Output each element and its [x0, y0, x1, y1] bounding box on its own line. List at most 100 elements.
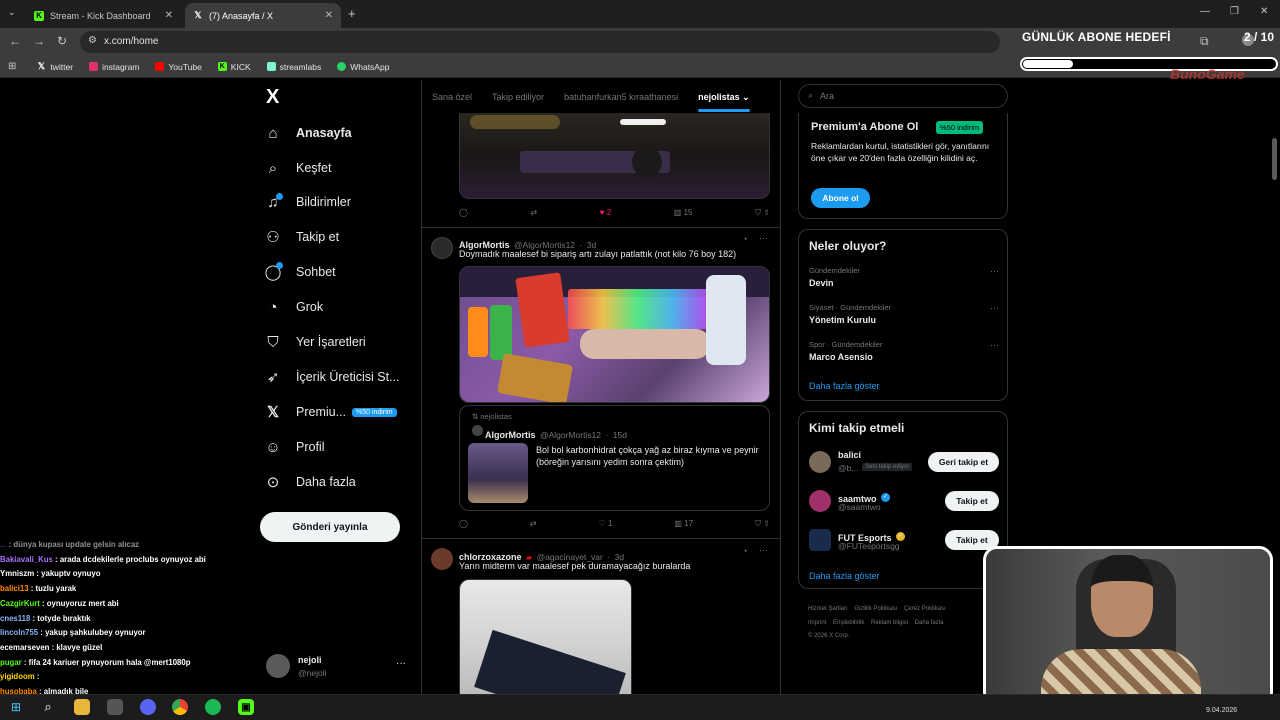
post-media-image[interactable]	[459, 266, 770, 403]
subscribe-button[interactable]: Abone ol	[811, 188, 870, 208]
views-button[interactable]: ▥ 17	[674, 519, 693, 529]
trend-more-icon[interactable]: ···	[990, 340, 999, 350]
post-more-icon[interactable]: ···	[759, 545, 768, 555]
reload-icon[interactable]: ↻	[57, 34, 67, 48]
show-more-follow-link[interactable]: Daha fazla göster	[809, 571, 880, 581]
taskbar-search-icon[interactable]: ⌕	[40, 699, 56, 715]
bookmark-whatsapp[interactable]: WhatsApp	[331, 62, 395, 72]
like-button[interactable]: ♡ 1	[599, 519, 613, 529]
spotify-icon[interactable]	[205, 699, 221, 715]
follow-button[interactable]: Takip et	[945, 491, 999, 511]
bookmark-twitter[interactable]: 𝕏twitter	[30, 61, 79, 72]
follow-title: Kimi takip etmeli	[809, 421, 905, 435]
file-explorer-icon[interactable]	[74, 699, 90, 715]
account-switcher[interactable]: nejoli @nejoli ···	[266, 652, 412, 682]
like-button[interactable]: ♥ 2	[600, 208, 611, 218]
page-scrollbar[interactable]	[1272, 138, 1277, 180]
nav-grok[interactable]: ◔ Grok	[264, 297, 323, 317]
more-options-icon[interactable]: ···	[396, 658, 406, 669]
chat-username: yigidoom	[0, 672, 35, 682]
grok-post-icon[interactable]: ◔	[742, 546, 747, 556]
bookmark-youtube[interactable]: YouTube	[149, 62, 207, 72]
avatar[interactable]	[809, 490, 831, 512]
grok-post-icon[interactable]: ◔	[742, 234, 747, 244]
app-icon[interactable]	[107, 699, 123, 715]
chat-icon: ◯	[264, 262, 283, 281]
post-more-icon[interactable]: ···	[759, 233, 768, 243]
close-tab-icon[interactable]: ✕	[325, 10, 333, 21]
chat-username: ecemarseven	[0, 642, 50, 652]
search-input[interactable]: ⌕ Ara	[798, 84, 1008, 108]
trend-item[interactable]: Gündemdekiler Devin ···	[809, 266, 999, 288]
repost-icon[interactable]: ⇄	[530, 519, 537, 529]
bookmark-post-icon[interactable]: ⛉ ⇪	[755, 208, 770, 218]
avatar[interactable]	[431, 237, 453, 259]
tab-following[interactable]: Takip ediliyor	[482, 92, 554, 102]
bookmark-instagram[interactable]: instagram	[83, 62, 145, 72]
tab-search-icon[interactable]: ⌄	[8, 7, 16, 18]
chat-message: cnes118 : totyde bıraktık	[0, 612, 260, 627]
post-media-image[interactable]	[459, 579, 632, 694]
trend-more-icon[interactable]: ···	[990, 266, 999, 276]
back-icon[interactable]: ←	[9, 34, 21, 48]
nav-chat[interactable]: ◯ Sohbet	[264, 262, 336, 282]
quoted-post[interactable]: ⇅ nejolistas AlgorMortis @AlgorMortis12 …	[459, 405, 770, 511]
chat-username: Bakiavali_Kus	[0, 554, 53, 564]
chrome-icon[interactable]	[172, 699, 188, 715]
tab-for-you[interactable]: Sana özel	[422, 92, 482, 102]
kick-app-icon[interactable]: ▣	[238, 699, 254, 715]
reply-icon[interactable]: ◯	[459, 519, 468, 529]
apps-icon[interactable]: ⊞	[8, 61, 16, 72]
nav-follow[interactable]: ⚇ Takip et	[264, 227, 339, 247]
nav-profile[interactable]: ☺ Profil	[264, 437, 324, 457]
chat-text: : dünya kupası update gelsin alıcaz	[6, 540, 140, 549]
bookmark-streamlabs[interactable]: streamlabs	[261, 62, 328, 72]
bell-icon: ♫	[264, 192, 283, 211]
bookmark-post-icon[interactable]: ⛉ ⇪	[755, 519, 770, 529]
trend-item[interactable]: Siyaset · Gündemdekiler Yönetim Kurulu ·…	[809, 303, 999, 325]
nav-label: Keşfet	[296, 161, 332, 175]
trend-more-icon[interactable]: ···	[990, 303, 999, 313]
new-tab-button[interactable]: +	[348, 6, 356, 21]
suggest-name[interactable]: balici	[838, 450, 861, 460]
avatar[interactable]	[809, 529, 831, 551]
post-media-image[interactable]	[459, 113, 770, 199]
repost-icon[interactable]: ⇄	[531, 208, 538, 218]
nav-creator-studio[interactable]: ➶ İçerik Üreticisi St...	[264, 367, 400, 387]
nav-more[interactable]: ⊙ Daha fazla	[264, 472, 356, 492]
extensions-icon[interactable]: ⧉	[1200, 34, 1209, 49]
views-button[interactable]: ▥ 15	[674, 208, 693, 218]
avatar	[266, 654, 290, 678]
address-bar[interactable]: ⚙ x.com/home	[80, 31, 1000, 53]
nav-notifications[interactable]: ♫ Bildirimler	[264, 192, 351, 212]
tab-x-home[interactable]: 𝕏 (7) Anasayfa / X ✕	[185, 3, 341, 28]
trend-item[interactable]: Spor · Gündemdekiler Marco Asensio ···	[809, 340, 999, 362]
reply-icon[interactable]: ◯	[459, 208, 468, 218]
show-more-trends-link[interactable]: Daha fazla göster	[809, 381, 880, 391]
close-tab-icon[interactable]: ✕	[165, 10, 173, 21]
post-button[interactable]: Gönderi yayınla	[260, 512, 400, 542]
windows-start-icon[interactable]: ⊞	[8, 699, 24, 715]
avatar[interactable]	[809, 451, 831, 473]
tab-list-kiraathanesi[interactable]: batuhanfurkan5 kıraathanesi	[554, 92, 688, 102]
tab-nejolistas[interactable]: nejolistas ⌄	[688, 92, 760, 112]
bookmark-kick[interactable]: K KICK	[212, 62, 257, 72]
x-logo-icon[interactable]: X	[266, 86, 279, 109]
restore-icon[interactable]: ❐	[1230, 6, 1239, 17]
nav-explore[interactable]: ⌕ Keşfet	[264, 158, 332, 178]
nav-premium[interactable]: 𝕏 Premiu... %50 indirim	[264, 402, 397, 422]
discord-icon[interactable]	[140, 699, 156, 715]
forward-icon[interactable]: →	[33, 34, 45, 48]
minimize-icon[interactable]: —	[1200, 6, 1210, 17]
nav-label: Takip et	[296, 230, 340, 244]
nav-home[interactable]: ⌂ Anasayfa	[264, 123, 351, 143]
follow-back-button[interactable]: Geri takip et	[928, 452, 999, 472]
chat-text: : totyde bıraktık	[30, 613, 91, 623]
nav-bookmarks[interactable]: ⛉ Yer İşaretleri	[264, 332, 365, 352]
wrap-food	[580, 329, 710, 359]
chat-message: balici13 : tuzlu yarak	[0, 582, 260, 597]
site-info-icon[interactable]: ⚙	[88, 35, 97, 46]
tab-kick-dashboard[interactable]: K Stream - Kick Dashboard ✕	[26, 3, 181, 28]
avatar[interactable]	[431, 548, 453, 570]
close-window-icon[interactable]: ✕	[1260, 6, 1268, 17]
